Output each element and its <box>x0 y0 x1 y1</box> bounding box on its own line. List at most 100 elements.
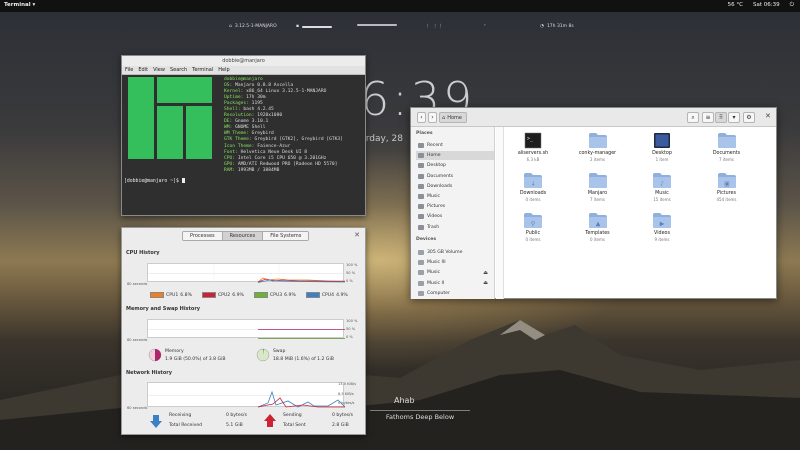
text-cursor <box>181 178 185 183</box>
info-key: Font: <box>224 149 238 155</box>
sidebar-device[interactable]: Music II ⏏ <box>416 279 494 288</box>
clock-indicator[interactable]: Sat 06:39 <box>753 2 780 9</box>
terminal-menubar: File Edit View Search Terminal Help <box>122 66 365 75</box>
gear-icon: ⚙ <box>746 114 752 121</box>
power-icon[interactable]: ⏻ <box>790 2 794 9</box>
cpu-legend-item[interactable]: CPU4 4.9% <box>305 292 348 298</box>
tab-processes[interactable]: Processes <box>183 232 223 240</box>
file-manager-window[interactable]: ‹ › ⌂ Home ⌕ ≡ ⠿ ▾ ⚙ ✕ Places Devices Rec… <box>410 107 777 299</box>
sidebar-item-pictures[interactable]: Pictures <box>416 202 494 211</box>
sidebar-item-trash[interactable]: Trash <box>416 223 494 232</box>
svg-text:♪: ♪ <box>660 181 664 188</box>
music-album: Fathoms Deep Below <box>370 410 470 421</box>
file-item[interactable]: Documents 7 items <box>705 132 749 162</box>
search-button[interactable]: ⌕ <box>687 112 699 123</box>
eject-icon[interactable]: ⏏ <box>483 280 488 286</box>
sidebar-item-label: 305 GB Volume <box>427 250 463 255</box>
grid-view-button[interactable]: ⠿ <box>715 112 727 123</box>
menu-file[interactable]: File <box>125 66 133 74</box>
desktop-date: urday, 28 <box>360 134 403 144</box>
menu-help[interactable]: Help <box>218 66 229 74</box>
sidebar-item-label: Videos <box>427 214 443 220</box>
info-key: RAM: <box>224 167 236 173</box>
sidebar-item-desktop[interactable]: Desktop <box>416 161 494 170</box>
sidebar-device[interactable]: Computer <box>416 289 494 298</box>
cpu-label: CPU2 <box>217 292 231 298</box>
manjaro-logo <box>128 77 212 159</box>
menu-view[interactable]: View <box>153 66 165 74</box>
activities-menu[interactable]: Terminal ▾ <box>4 2 35 8</box>
tab-resources[interactable]: Resources <box>222 232 264 240</box>
path-home-button[interactable]: ⌂ Home <box>439 112 467 123</box>
info-value: GNOME Shell <box>232 125 266 131</box>
shell-prompt[interactable]: [dobbie@manjaro ~]$ <box>124 178 185 184</box>
info-value: Manjaro 0.8.8 Ascella <box>232 83 294 89</box>
list-view-button[interactable]: ≡ <box>702 112 714 123</box>
menu-search[interactable]: Search <box>170 66 187 74</box>
cpu-legend-item[interactable]: CPU1 6.8% <box>150 292 192 298</box>
info-key: WM Theme: <box>224 131 249 137</box>
file-name: Videos <box>654 231 670 236</box>
system-monitor-window[interactable]: Processes Resources File Systems ✕ CPU H… <box>121 227 366 435</box>
menu-terminal[interactable]: Terminal <box>192 66 213 74</box>
file-item[interactable]: >_ aliservers.sh 6.3 kB <box>511 132 555 162</box>
sidebar-device[interactable]: 305 GB Volume <box>416 248 494 257</box>
file-item[interactable]: ↓ Downloads 0 items <box>511 172 555 202</box>
tab-file-systems[interactable]: File Systems <box>263 232 309 240</box>
eject-icon[interactable]: ⏏ <box>483 270 488 276</box>
wallpaper-mountains <box>0 320 800 450</box>
mem-y-mid: 50 % <box>346 327 356 331</box>
file-item[interactable]: Desktop 1 item <box>640 132 684 162</box>
desktop-icon <box>418 163 424 169</box>
cpu-color-swatch[interactable] <box>253 292 268 298</box>
temperature-indicator[interactable]: 56 °C <box>728 2 743 9</box>
sidebar-item-label: Computer <box>427 290 450 296</box>
menu-edit[interactable]: Edit <box>138 66 148 74</box>
memory-graph <box>147 319 345 340</box>
file-item[interactable]: ▣ Pictures 454 items <box>705 172 749 202</box>
mem-y-min: 0 % <box>346 335 353 339</box>
cpu-color-swatch[interactable] <box>150 292 164 298</box>
close-icon[interactable]: ✕ <box>354 231 360 239</box>
file-name: Downloads <box>519 191 547 196</box>
cpu-color-swatch[interactable] <box>305 292 320 298</box>
cpu-graph <box>147 263 346 283</box>
file-size: 1 item <box>655 157 669 162</box>
sidebar-item-downloads[interactable]: Downloads <box>416 182 494 191</box>
cpu-legend-item[interactable]: CPU2 6.9% <box>201 292 244 298</box>
file-item[interactable]: ▲ Templates 0 items <box>576 212 620 242</box>
file-item[interactable]: ♪ Music 15 items <box>640 172 684 202</box>
folder-icon <box>717 132 737 149</box>
swap-label: Swap <box>273 349 286 354</box>
file-item[interactable]: ▶ Videos 9 items <box>640 212 684 242</box>
sidebar-device[interactable]: Music III <box>416 258 494 267</box>
file-item[interactable]: ⚲ Public 0 items <box>511 212 555 242</box>
info-value: Gnome 3.10.1 <box>232 119 269 125</box>
sidebar-item-recent[interactable]: Recent <box>416 141 494 150</box>
terminal-window[interactable]: dobbie@manjaro File Edit View Search Ter… <box>121 55 366 216</box>
cpu-legend-item[interactable]: CPU3 6.9% <box>253 292 296 298</box>
sidebar-item-label: Music <box>427 270 441 276</box>
sidebar-device[interactable]: Music ⏏ <box>416 268 494 277</box>
terminal-output[interactable]: dobbie@manjaro OS: Manjaro 0.8.8 Ascella… <box>122 75 365 215</box>
memory-history-title: Memory and Swap History <box>126 306 201 312</box>
sidebar-item-music[interactable]: Music <box>416 192 494 201</box>
sidebar-item-videos[interactable]: Videos <box>416 212 494 221</box>
sidebar-item-documents[interactable]: Documents <box>416 172 494 181</box>
terminal-titlebar[interactable]: dobbie@manjaro <box>122 56 365 66</box>
file-item[interactable]: conky-manager 2 items <box>576 132 620 162</box>
back-button[interactable]: ‹ <box>417 112 426 123</box>
sidebar-item-label: Desktop <box>427 163 446 169</box>
sidebar-item-home[interactable]: Home <box>416 151 494 161</box>
sidebar-scrollbar[interactable] <box>496 127 504 299</box>
file-name: Music <box>655 191 669 196</box>
settings-button[interactable]: ⚙ <box>743 112 755 123</box>
close-icon[interactable]: ✕ <box>765 112 771 120</box>
cpu-value: 6.9% <box>232 292 244 298</box>
info-value: 1920x1080 <box>254 113 283 119</box>
cpu-color-swatch[interactable] <box>201 292 216 298</box>
folder-icon <box>588 132 608 149</box>
file-item[interactable]: Manjaro 7 items <box>576 172 620 202</box>
forward-button[interactable]: › <box>428 112 437 123</box>
view-options-button[interactable]: ▾ <box>728 112 740 123</box>
